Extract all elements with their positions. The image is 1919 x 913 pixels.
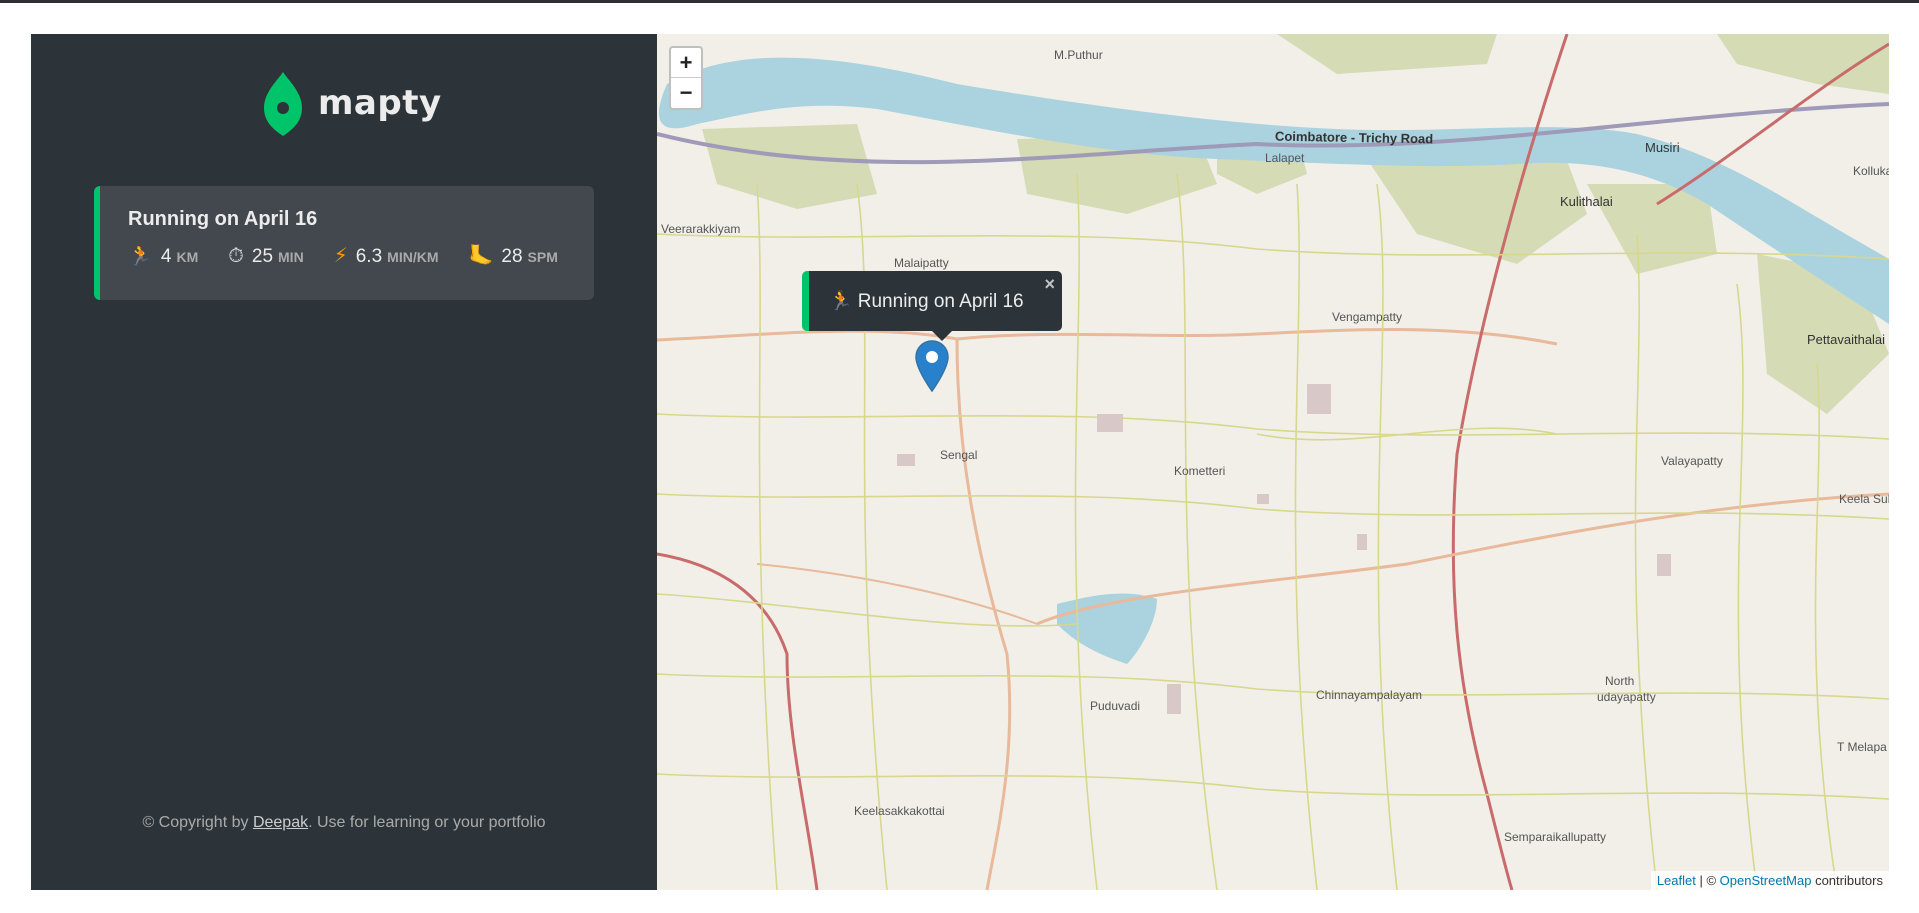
cadence-value: 28 xyxy=(501,246,523,267)
place-label: Keelasakkakottai xyxy=(854,804,945,818)
workout-pace: ⚡ 6.3 min/km xyxy=(334,245,439,268)
openstreetmap-link[interactable]: OpenStreetMap xyxy=(1720,873,1812,888)
attribution-separator: | © xyxy=(1695,873,1720,888)
place-label: Lalapet xyxy=(1265,151,1305,165)
place-label: udayapatty xyxy=(1597,690,1656,704)
foot-icon: 🦶 xyxy=(468,243,494,267)
place-label: Veerarakkiyam xyxy=(661,222,741,236)
duration-unit: min xyxy=(278,249,304,265)
distance-value: 4 xyxy=(160,246,172,267)
place-label: Kolluka xyxy=(1853,164,1889,178)
workout-popup[interactable]: 🏃 Running on April 16 × xyxy=(802,271,1062,331)
top-border xyxy=(0,0,1919,3)
logo: mapty xyxy=(262,70,442,136)
stopwatch-icon: ⏱ xyxy=(228,243,244,267)
zoom-control: + − xyxy=(669,46,703,110)
place-label: M.Puthur xyxy=(1054,48,1103,62)
distance-unit: km xyxy=(176,249,199,265)
place-label: Puduvadi xyxy=(1090,699,1141,713)
map-attribution: Leaflet | © OpenStreetMap contributors xyxy=(1650,871,1889,890)
workout-cadence: 🦶 28 spm xyxy=(468,245,557,268)
workout-details: 🏃 4 km ⏱ 25 min ⚡ 6.3 min/km 🦶 28 spm xyxy=(128,245,566,268)
pace-value: 6.3 xyxy=(355,246,383,267)
place-label: Sengal xyxy=(940,448,978,462)
copyright-prefix: © Copyright by xyxy=(142,814,253,831)
zoom-out-button[interactable]: − xyxy=(671,78,701,108)
lightning-icon: ⚡ xyxy=(333,243,348,267)
workout-card-running[interactable]: Running on April 16 🏃 4 km ⏱ 25 min ⚡ 6.… xyxy=(94,186,594,300)
place-label: North xyxy=(1605,674,1635,688)
attribution-suffix: contributors xyxy=(1811,873,1883,888)
place-label: Musiri xyxy=(1645,140,1680,155)
logo-text: mapty xyxy=(318,83,442,123)
place-label: Malaipatty xyxy=(894,256,949,270)
workout-title: Running on April 16 xyxy=(128,208,318,230)
place-label: Semparaikallupatty xyxy=(1504,830,1607,844)
place-label: Valayapatty xyxy=(1661,454,1723,468)
zoom-in-button[interactable]: + xyxy=(671,48,701,78)
place-label: Vengampatty xyxy=(1332,310,1403,324)
place-label: Pettavaithalai xyxy=(1807,332,1886,347)
pace-unit: min/km xyxy=(387,249,439,265)
copyright: © Copyright by Deepak. Use for learning … xyxy=(31,814,657,832)
place-label: T Melapa xyxy=(1837,740,1887,754)
map-marker-icon[interactable] xyxy=(915,340,949,392)
popup-text: Running on April 16 xyxy=(857,291,1024,312)
place-label: Keela Suk xyxy=(1839,492,1889,506)
sidebar: mapty Running on April 16 🏃 4 km ⏱ 25 mi… xyxy=(31,34,657,890)
place-label: Kometteri xyxy=(1174,464,1226,478)
place-label: Chinnayampalayam xyxy=(1316,688,1423,702)
popup-icon: 🏃 xyxy=(829,291,853,312)
popup-close-button[interactable]: × xyxy=(1044,274,1055,295)
author-link[interactable]: Deepak xyxy=(253,814,308,831)
copyright-suffix: . Use for learning or your portfolio xyxy=(308,814,546,831)
map-pin-logo-icon xyxy=(264,72,302,136)
workout-duration: ⏱ 25 min xyxy=(228,245,303,268)
duration-value: 25 xyxy=(251,246,274,267)
leaflet-link[interactable]: Leaflet xyxy=(1657,873,1696,888)
map[interactable]: M.Puthur Coimbatore - Trichy Road Lalape… xyxy=(657,34,1889,890)
road-label: Coimbatore - Trichy Road xyxy=(1274,128,1434,147)
runner-icon: 🏃 xyxy=(128,243,153,267)
place-label: Kulithalai xyxy=(1560,194,1613,209)
cadence-unit: spm xyxy=(527,249,558,265)
workout-distance: 🏃 4 km xyxy=(128,245,198,268)
